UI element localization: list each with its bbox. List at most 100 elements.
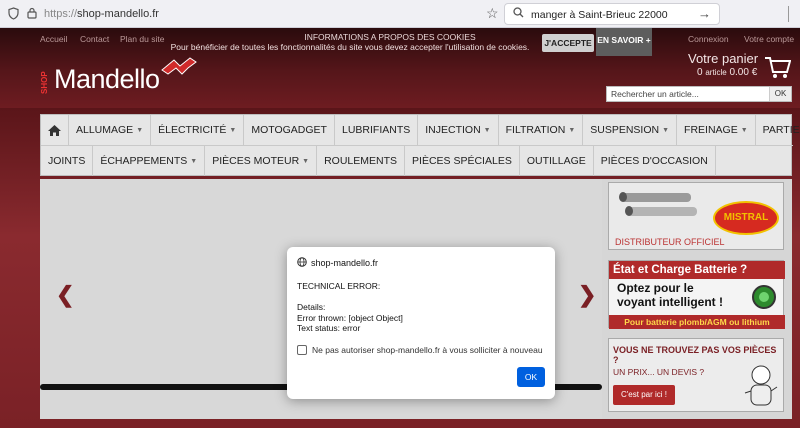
error-dialog: shop-mandello.fr TECHNICAL ERROR: Detail…	[287, 247, 555, 399]
nav-item-suspension[interactable]: SUSPENSION ▼	[583, 115, 678, 145]
logo-shop-text: SHOP	[40, 71, 49, 94]
bookmark-star-icon[interactable]: ☆	[486, 5, 499, 22]
nav-item-roulements[interactable]: ROULEMENTS	[317, 146, 406, 176]
nav-item-outillage[interactable]: OUTILLAGE	[520, 146, 594, 176]
caret-down-icon: ▼	[483, 126, 491, 134]
battery-line-2: voyant intelligent !	[617, 295, 724, 309]
sidebar-toggle[interactable]	[788, 6, 798, 22]
arrow-right-icon[interactable]: →	[698, 6, 711, 21]
nav-label: ROULEMENTS	[324, 155, 398, 167]
distributor-text: DISTRIBUTEUR OFFICIEL	[615, 237, 725, 247]
nav-item-filtration[interactable]: FILTRATION ▼	[499, 115, 584, 145]
battery-ad-body: Optez pour le voyant intelligent !	[617, 281, 723, 309]
nav-item-echappements[interactable]: ÉCHAPPEMENTS ▼	[93, 146, 206, 176]
site-search-field[interactable]: Rechercher un article... OK	[606, 86, 792, 102]
nav-row-2: JOINTS ÉCHAPPEMENTS ▼ PIÈCES MOTEUR ▼ ROUL…	[41, 146, 716, 176]
caret-down-icon: ▼	[302, 157, 310, 165]
carousel-next-icon[interactable]: ❯	[578, 282, 596, 308]
battery-ad-title: État et Charge Batterie ?	[609, 261, 785, 279]
cart-count: 0	[697, 67, 703, 78]
mistral-ad[interactable]: MISTRAL DISTRIBUTEUR OFFICIEL	[608, 182, 784, 250]
url-scheme: https://	[44, 8, 78, 20]
carousel-prev-icon[interactable]: ❮	[56, 282, 74, 308]
nav-item-pieces-moteur[interactable]: PIÈCES MOTEUR ▼	[205, 146, 318, 176]
nav-item-injection[interactable]: INJECTION ▼	[418, 115, 499, 145]
battery-ad[interactable]: État et Charge Batterie ? Optez pour le …	[608, 260, 785, 329]
parts-request-button[interactable]: C'est par ici !	[613, 385, 675, 405]
address-bar[interactable]: https://shop-mandello.fr	[44, 8, 159, 20]
caret-down-icon: ▼	[190, 157, 198, 165]
cart-icon[interactable]	[763, 54, 791, 80]
nav-item-allumage[interactable]: ALLUMAGE ▼	[69, 115, 152, 145]
nav-label: ÉCHAPPEMENTS	[100, 155, 188, 167]
parts-ad-title: VOUS NE TROUVEZ PAS VOS PIÈCES ?	[613, 345, 777, 365]
nav-label: SUSPENSION	[590, 124, 660, 136]
site-search-ok-button[interactable]: OK	[769, 87, 791, 101]
battery-line-1: Optez pour le	[617, 281, 694, 295]
cookie-banner-text: Pour bénéficier de toutes les fonctionna…	[170, 42, 530, 52]
search-query: manger à Saint-Brieuc 22000	[531, 9, 668, 21]
parts-request-ad: VOUS NE TROUVEZ PAS VOS PIÈCES ? UN PRIX…	[608, 338, 784, 412]
home-icon[interactable]	[41, 115, 69, 145]
lock-icon[interactable]	[27, 7, 37, 22]
nav-item-joints[interactable]: JOINTS	[41, 146, 94, 176]
nav-item-partie-cycle[interactable]: PARTIE CYCLE▼	[756, 115, 800, 145]
caret-down-icon: ▼	[568, 126, 576, 134]
browser-search-box[interactable]: manger à Saint-Brieuc 22000 →	[504, 3, 720, 25]
cart-total: 0.00 €	[729, 67, 758, 78]
nav-label: MOTOGADGET	[251, 124, 327, 136]
main-navigation: ALLUMAGE ▼ ÉLECTRICITÉ ▼ MOTOGADGET LUBRIF…	[40, 114, 800, 176]
toplink-account[interactable]: Votre compte	[744, 34, 794, 44]
logo-eagle-icon	[161, 57, 197, 75]
toplink-sitemap[interactable]: Plan du site	[120, 34, 164, 44]
cart-title[interactable]: Votre panier	[688, 51, 758, 66]
nav-item-pieces-speciales[interactable]: PIÈCES SPÉCIALES	[405, 146, 520, 176]
nav-label: ÉLECTRICITÉ	[158, 124, 227, 136]
dont-allow-checkbox[interactable]	[297, 345, 307, 355]
nav-label: PARTIE CYCLE	[762, 124, 800, 136]
accept-cookies-button[interactable]: J'ACCEPTE	[542, 34, 594, 52]
site-search-placeholder: Rechercher un article...	[611, 89, 699, 99]
dialog-ok-button[interactable]: OK	[517, 367, 545, 387]
browser-toolbar: https://shop-mandello.fr ☆ manger à Sain…	[0, 0, 800, 28]
dont-allow-label[interactable]: Ne pas autoriser shop-mandello.fr à vous…	[312, 345, 543, 355]
nav-label: PIÈCES D'OCCASION	[600, 155, 708, 167]
caret-down-icon: ▼	[229, 126, 237, 134]
nav-item-freinage[interactable]: FREINAGE ▼	[677, 115, 756, 145]
search-icon	[513, 7, 524, 21]
toplink-home[interactable]: Accueil	[40, 34, 67, 44]
globe-icon	[297, 257, 307, 269]
toplink-login[interactable]: Connexion	[688, 34, 729, 44]
toplink-contact[interactable]: Contact	[80, 34, 109, 44]
logo-name-text: Mandello	[54, 64, 160, 94]
parts-ad-subtitle: UN PRIX... UN DEVIS ?	[613, 367, 705, 377]
caret-down-icon: ▼	[740, 126, 748, 134]
nav-label: ALLUMAGE	[76, 124, 134, 136]
cookies-more-button[interactable]: EN SAVOIR +	[596, 28, 652, 56]
cookie-banner-title: INFORMATIONS A PROPOS DES COOKIES	[304, 32, 476, 42]
nav-item-pieces-occasion[interactable]: PIÈCES D'OCCASION	[594, 146, 716, 176]
dialog-origin: shop-mandello.fr	[297, 257, 378, 269]
nav-label: PIÈCES SPÉCIALES	[412, 155, 512, 167]
nav-label: FILTRATION	[505, 124, 566, 136]
dialog-origin-text: shop-mandello.fr	[311, 258, 379, 268]
caret-down-icon: ▼	[136, 126, 144, 134]
cart-unit: article	[705, 68, 727, 77]
caret-down-icon: ▼	[662, 126, 670, 134]
nav-item-electricite[interactable]: ÉLECTRICITÉ ▼	[151, 115, 245, 145]
nav-label: OUTILLAGE	[526, 155, 586, 167]
nav-item-lubrifiants[interactable]: LUBRIFIANTS	[335, 115, 419, 145]
nav-label: LUBRIFIANTS	[341, 124, 411, 136]
battery-indicator-icon	[752, 285, 776, 309]
mistral-logo: MISTRAL	[713, 201, 779, 235]
url-host: shop-mandello.fr	[77, 8, 159, 20]
nav-label: PIÈCES MOTEUR	[212, 155, 300, 167]
nav-item-motogadget[interactable]: MOTOGADGET	[244, 115, 335, 145]
dialog-message: TECHNICAL ERROR: Details: Error thrown: …	[297, 281, 403, 333]
nav-label: JOINTS	[48, 155, 86, 167]
cart-summary[interactable]: 0 article 0.00 €	[697, 67, 757, 78]
shield-icon[interactable]	[8, 7, 19, 23]
battery-ad-footer: Pour batterie plomb/AGM ou lithium	[609, 315, 785, 329]
nav-row-1: ALLUMAGE ▼ ÉLECTRICITÉ ▼ MOTOGADGET LUBRIF…	[41, 115, 800, 145]
mascot-illustration	[744, 365, 778, 406]
